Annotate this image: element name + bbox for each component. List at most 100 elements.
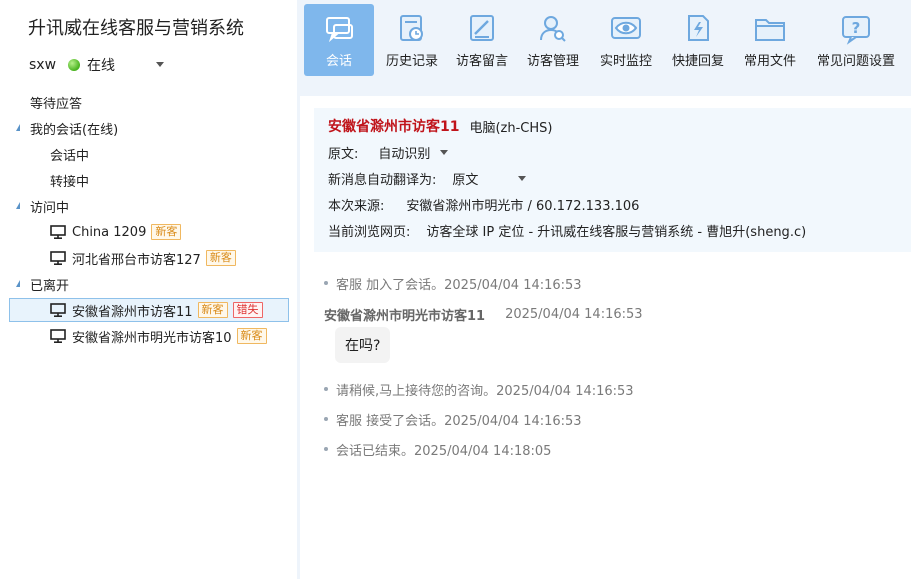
sidebar: 升讯威在线客服与营销系统 sxw 在线 等待应答 我的会话(在线) 会话中 转接… <box>0 0 297 579</box>
expand-triangle-icon[interactable] <box>16 280 20 287</box>
source-language-value: 自动识别 <box>378 146 431 162</box>
new-visitor-badge: 新客 <box>205 250 236 266</box>
folder-icon <box>755 19 785 41</box>
expand-triangle-icon[interactable] <box>16 124 20 131</box>
current-page-label: 当前浏览网页: <box>328 224 411 240</box>
system-message-text: 客服 加入了会话。2025/04/04 14:16:53 <box>336 277 582 293</box>
visitor-device: 电脑(zh-CHS) <box>469 120 553 136</box>
visitor-message-bubble: 在吗? <box>335 327 391 363</box>
tree-group-visiting[interactable]: 访问中 <box>0 194 297 218</box>
visitor-item[interactable]: 安徽省滁州市明光市访客10 新客 <box>50 324 267 348</box>
tree-label: 会话中 <box>50 148 90 164</box>
source-language-label: 原文: <box>328 146 359 162</box>
bullet-icon <box>324 447 328 451</box>
tool-chat[interactable]: 会话 <box>304 4 374 76</box>
tool-history[interactable]: 历史记录 <box>380 4 444 76</box>
missed-badge: 错失 <box>232 302 263 318</box>
expand-triangle-icon[interactable] <box>16 202 20 209</box>
source-language-row: 原文: 自动识别 <box>328 142 449 162</box>
system-message-text: 请稍候,马上接待您的咨询。2025/04/04 14:16:53 <box>336 383 634 399</box>
bullet-icon <box>324 417 328 421</box>
tree-label: 访问中 <box>30 200 70 216</box>
tool-label: 实时监控 <box>599 54 652 69</box>
origin-label: 本次来源: <box>328 198 385 214</box>
chevron-down-icon <box>440 149 449 155</box>
system-message: 请稍候,马上接待您的咨询。2025/04/04 14:16:53 <box>324 379 634 399</box>
system-message: 客服 接受了会话。2025/04/04 14:16:53 <box>324 409 582 429</box>
tree-label: 已离开 <box>30 278 70 294</box>
svg-text:?: ? <box>852 19 861 37</box>
tool-faq-settings[interactable]: ? 常见问题设置 <box>812 4 900 76</box>
visitor-item-selected[interactable]: 安徽省滁州市访客11 新客 错失 <box>9 298 289 322</box>
system-message: 会话已结束。2025/04/04 14:18:05 <box>324 439 552 459</box>
auto-translate-select[interactable]: 原文 <box>452 169 527 188</box>
source-language-select[interactable]: 自动识别 <box>378 143 449 162</box>
system-message: 客服 加入了会话。2025/04/04 14:16:53 <box>324 273 582 293</box>
monitor-icon <box>50 329 66 343</box>
tree-group-left[interactable]: 已离开 <box>0 272 297 296</box>
tree-item-in-session[interactable]: 会话中 <box>50 142 89 166</box>
current-page-row: 当前浏览网页: 访客全球 IP 定位 - 升讯威在线客服与营销系统 - 曹旭升(… <box>328 220 806 240</box>
faq-icon: ? <box>842 16 870 45</box>
auto-translate-value: 原文 <box>452 172 479 188</box>
tool-label: 快捷回复 <box>671 54 724 69</box>
user-search-icon <box>540 16 566 42</box>
message-edit-icon <box>470 15 494 41</box>
visitor-name: 安徽省滁州市访客11 <box>72 304 193 320</box>
user-status-label: 在线 <box>87 58 116 74</box>
auto-translate-label: 新消息自动翻译为: <box>328 172 437 188</box>
top-toolbar: 会话 历史记录 访客留言 访客管理 实时监控 快捷回复 常用文件 ? 常见问题设… <box>300 0 911 90</box>
new-visitor-badge: 新客 <box>236 328 267 344</box>
tree-item-waiting[interactable]: 等待应答 <box>30 90 82 114</box>
visitor-item[interactable]: China 1209 新客 <box>50 220 182 244</box>
monitor-icon <box>50 251 66 265</box>
current-page-link[interactable]: 访客全球 IP 定位 - 升讯威在线客服与营销系统 - 曹旭升(sheng.c) <box>426 221 806 240</box>
tool-label: 历史记录 <box>385 54 438 69</box>
tool-label: 常用文件 <box>743 54 796 69</box>
message-sender: 安徽省滁州市明光市访客11 <box>324 308 486 324</box>
tree-item-transferring[interactable]: 转接中 <box>50 168 89 192</box>
tool-realtime-monitor[interactable]: 实时监控 <box>594 4 658 76</box>
origin-row: 本次来源: 安徽省滁州市明光市 / 60.172.133.106 <box>328 194 639 214</box>
auto-translate-row: 新消息自动翻译为: 原文 <box>328 168 527 188</box>
tool-label: 常见问题设置 <box>816 54 895 69</box>
visitor-name: 河北省邢台市访客127 <box>72 252 201 268</box>
visitor-name: 安徽省滁州市明光市访客10 <box>72 330 232 346</box>
user-name: sxw <box>29 57 57 73</box>
tool-label: 访客留言 <box>455 54 508 69</box>
system-message-text: 会话已结束。2025/04/04 14:18:05 <box>336 443 552 459</box>
tool-visitor-management[interactable]: 访客管理 <box>521 4 585 76</box>
visitor-header: 安徽省滁州市访客11 电脑(zh-CHS) <box>328 116 553 136</box>
new-visitor-badge: 新客 <box>197 302 228 318</box>
status-dropdown-icon[interactable] <box>156 62 164 67</box>
message-time: 2025/04/04 14:16:53 <box>505 306 643 322</box>
system-message-text: 客服 接受了会话。2025/04/04 14:16:53 <box>336 413 582 429</box>
monitor-icon <box>50 225 66 239</box>
tree-label: 转接中 <box>50 174 90 190</box>
tree-label: 等待应答 <box>30 96 83 112</box>
history-icon <box>400 15 423 41</box>
chat-panel: 安徽省滁州市访客11 电脑(zh-CHS) 原文: 自动识别 新消息自动翻译为:… <box>300 96 911 579</box>
tool-quick-reply[interactable]: 快捷回复 <box>666 4 730 76</box>
new-visitor-badge: 新客 <box>151 224 182 240</box>
quick-reply-icon <box>688 15 709 41</box>
tree-group-my-sessions[interactable]: 我的会话(在线) <box>0 116 297 140</box>
monitor-icon <box>50 303 66 317</box>
tool-visitor-message[interactable]: 访客留言 <box>450 4 514 76</box>
visitor-message-header: 安徽省滁州市明光市访客11 2025/04/04 14:16:53 <box>324 304 643 324</box>
eye-icon <box>611 17 641 39</box>
user-status-selector[interactable]: sxw 在线 <box>29 56 115 74</box>
chat-icon <box>326 17 353 43</box>
bullet-icon <box>324 281 328 285</box>
origin-value: 安徽省滁州市明光市 / 60.172.133.106 <box>406 198 640 214</box>
bullet-icon <box>324 387 328 391</box>
tool-label: 访客管理 <box>526 54 579 69</box>
chevron-down-icon <box>518 175 527 181</box>
visitor-title: 安徽省滁州市访客11 <box>328 119 460 135</box>
tool-common-files[interactable]: 常用文件 <box>738 4 802 76</box>
visitor-name: China 1209 <box>72 224 147 240</box>
app-title: 升讯威在线客服与营销系统 <box>28 18 244 39</box>
visitor-item[interactable]: 河北省邢台市访客127 新客 <box>50 246 236 270</box>
visitor-info-panel: 安徽省滁州市访客11 电脑(zh-CHS) 原文: 自动识别 新消息自动翻译为:… <box>314 108 911 252</box>
tool-label: 会话 <box>325 54 352 69</box>
